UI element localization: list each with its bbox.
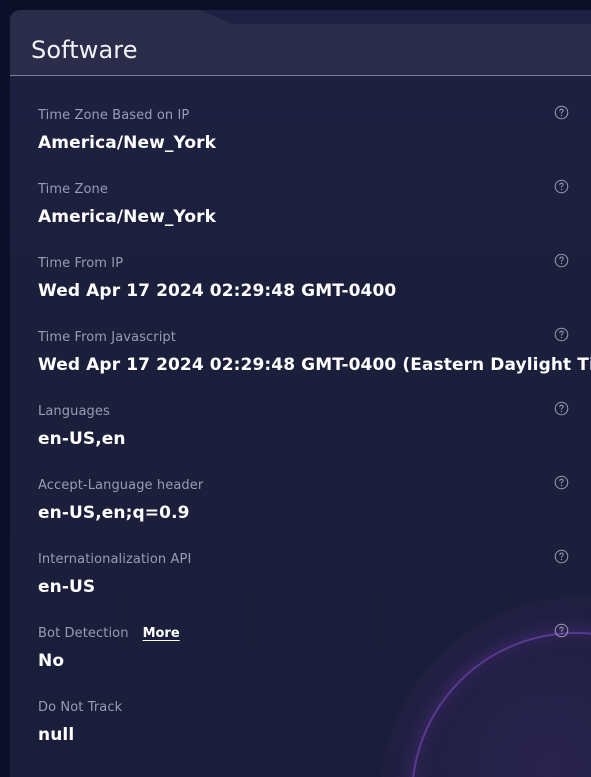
- detail-row-label-line: Time From Javascript: [38, 327, 561, 347]
- detail-row-value: America/New_York: [38, 207, 217, 227]
- detail-row-label: Time Zone Based on IP: [38, 107, 190, 123]
- top-strip: [0, 0, 591, 10]
- detail-row-label: Accept-Language header: [38, 477, 204, 493]
- detail-row-label: Time From IP: [38, 255, 124, 271]
- detail-row: Time Zone America/New_York: [10, 179, 591, 253]
- detail-row-label-line: Languages: [38, 401, 561, 421]
- help-circle-icon[interactable]: [554, 475, 569, 490]
- detail-row-value: Wed Apr 17 2024 02:29:48 GMT-0400 (Easte…: [38, 355, 591, 375]
- page-title: Software: [31, 36, 138, 64]
- detail-row: Accept-Language header en-US,en;q=0.9: [10, 475, 591, 549]
- detail-row-label-line: Internationalization API: [38, 549, 561, 569]
- detail-row-label: Languages: [38, 403, 110, 419]
- detail-row-value: en-US,en;q=0.9: [38, 503, 190, 523]
- detail-row: Internationalization API en-US: [10, 549, 591, 623]
- help-circle-icon[interactable]: [554, 179, 569, 194]
- detail-row: Time From IP Wed Apr 17 2024 02:29:48 GMT…: [10, 253, 591, 327]
- help-circle-icon[interactable]: [554, 105, 569, 120]
- detail-row: Languages en-US,en: [10, 401, 591, 475]
- help-circle-icon[interactable]: [554, 327, 569, 342]
- software-panel-screen: Software Time Zone Based on IP America/Ne…: [0, 0, 591, 777]
- detail-row-label-line: Time Zone Based on IP: [38, 105, 561, 125]
- detail-row-value: en-US: [38, 577, 96, 597]
- header-divider: [10, 75, 591, 76]
- detail-row-label: Time From Javascript: [38, 329, 176, 345]
- detail-row-value: en-US,en: [38, 429, 126, 449]
- help-circle-icon[interactable]: [554, 401, 569, 416]
- detail-row-label-line: Time Zone: [38, 179, 561, 199]
- left-gutter: [0, 0, 10, 777]
- detail-row-label-line: Time From IP: [38, 253, 561, 273]
- detail-row: Bot Detection More No: [10, 623, 591, 697]
- detail-row-label: Do Not Track: [38, 699, 123, 715]
- panel-tab-header[interactable]: Software: [10, 10, 591, 75]
- detail-row-value: No: [38, 651, 65, 671]
- detail-row-value: null: [38, 725, 75, 745]
- detail-row: Time Zone Based on IP America/New_York: [10, 105, 591, 179]
- detail-row-label-line: Bot Detection More: [38, 623, 561, 643]
- more-link[interactable]: More: [143, 626, 180, 641]
- help-circle-icon[interactable]: [554, 253, 569, 268]
- detail-row-label: Internationalization API: [38, 551, 192, 567]
- detail-row-label-line: Accept-Language header: [38, 475, 561, 495]
- help-circle-icon[interactable]: [554, 623, 569, 638]
- detail-row-label-line: Do Not Track: [38, 697, 561, 717]
- detail-row: Time From Javascript Wed Apr 17 2024 02:2…: [10, 327, 591, 401]
- detail-row: Do Not Track null: [10, 697, 591, 771]
- detail-row-label: Time Zone: [38, 181, 108, 197]
- software-detail-list: Time Zone Based on IP America/New_York Tim…: [10, 105, 591, 771]
- detail-row-label: Bot Detection: [38, 625, 129, 641]
- detail-row-value: America/New_York: [38, 133, 217, 153]
- software-panel: Software Time Zone Based on IP America/Ne…: [10, 10, 591, 777]
- detail-row-value: Wed Apr 17 2024 02:29:48 GMT-0400: [38, 281, 397, 301]
- help-circle-icon[interactable]: [554, 549, 569, 564]
